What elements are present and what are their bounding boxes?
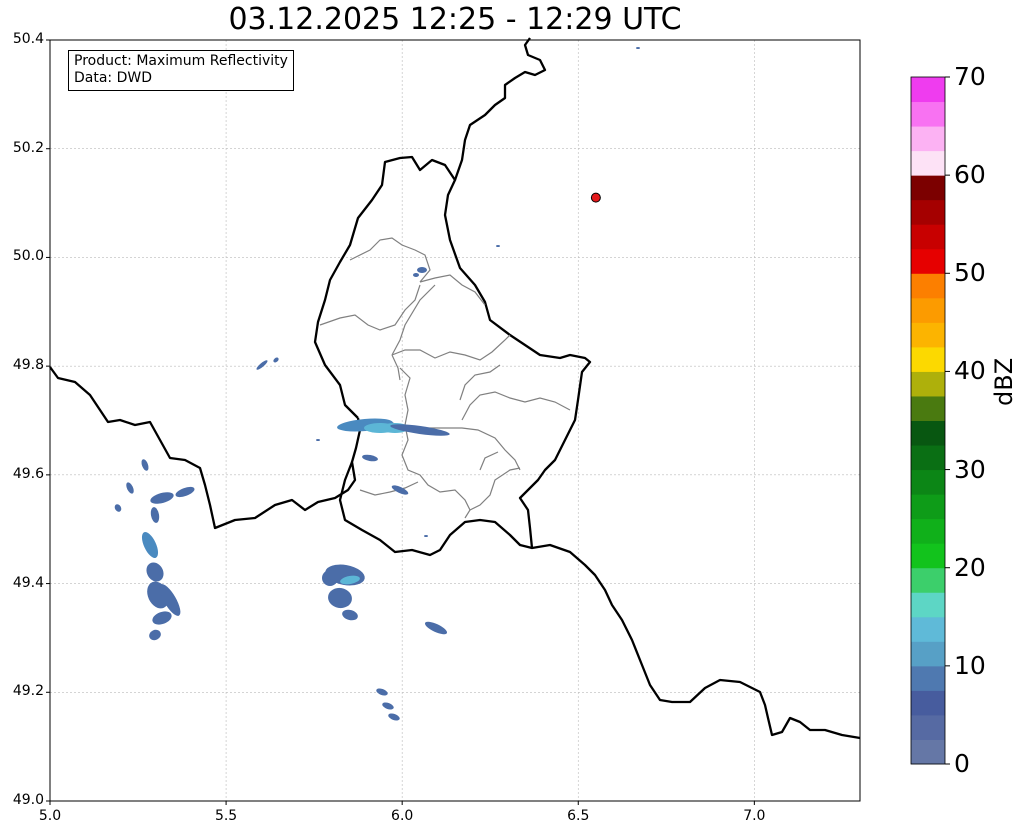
radar-echo (146, 562, 164, 582)
colorbar-segment (911, 543, 945, 569)
radar-echo (114, 504, 122, 512)
colorbar-segment (911, 690, 945, 716)
x-tick-label: 5.0 (38, 808, 62, 824)
x-tick-label: 6.0 (391, 808, 414, 824)
location-marker-dot (590, 192, 601, 203)
colorbar-tick-label: 0 (954, 749, 970, 778)
colorbar-tick-label: 10 (954, 650, 986, 680)
radar-echo (496, 245, 500, 247)
colorbar-segment (911, 616, 945, 642)
plot-border (49, 39, 861, 802)
radar-echo (382, 702, 394, 710)
radar-echo (388, 713, 400, 721)
radar-echo (362, 454, 378, 462)
colorbar-segment (911, 739, 945, 765)
colorbar-segment (911, 371, 945, 397)
colorbar-segment (911, 395, 945, 421)
colorbar-segment (911, 641, 945, 667)
x-tick-label: 5.5 (214, 808, 238, 824)
colorbar-tick-label: 20 (954, 552, 986, 582)
location-marker (590, 192, 601, 203)
colorbar-segment (911, 445, 945, 471)
grid-lines (49, 39, 860, 802)
radar-echo (424, 535, 428, 537)
y-tick-label: 49.0 (12, 792, 44, 808)
colorbar-unit-label: dBZ (990, 357, 1018, 406)
colorbar-segment (911, 77, 945, 103)
y-tick-label: 49.6 (12, 465, 44, 482)
radar-echo (342, 609, 358, 621)
colorbar-segment (911, 199, 945, 225)
colorbar-tick-label: 40 (954, 356, 986, 386)
colorbar-tick-label: 70 (954, 62, 986, 91)
colorbar-segment (911, 273, 945, 299)
colorbar-tick-label: 60 (954, 160, 986, 190)
data-source-label: Data: DWD (74, 70, 152, 86)
canton-borders (319, 237, 571, 519)
radar-echoes (114, 47, 640, 721)
y-tick-label: 49.8 (12, 357, 44, 374)
x-tick-label: 7.0 (743, 808, 766, 824)
y-tick-label: 49.2 (12, 683, 44, 700)
y-tick-label: 50.4 (12, 31, 44, 47)
colorbar-segment (911, 101, 945, 127)
colorbar-segment (911, 518, 945, 544)
radar-echo (149, 629, 161, 641)
border-south (338, 461, 861, 740)
colorbar-segment (911, 469, 945, 495)
y-tick-label: 50.0 (12, 248, 44, 265)
radar-map (46, 37, 950, 805)
colorbar-segment (911, 420, 945, 446)
colorbar-tick-label: 50 (954, 258, 986, 288)
radar-echo (141, 459, 149, 471)
colorbar-segment (911, 126, 945, 152)
border-west-france-belgium (49, 366, 362, 530)
radar-echo (417, 267, 427, 273)
y-tick-label: 50.2 (12, 139, 44, 156)
radar-echo (328, 587, 352, 609)
radar-echo (256, 360, 268, 370)
radar-echo (391, 485, 409, 495)
radar-echo (424, 621, 448, 635)
colorbar-segment (911, 224, 945, 250)
colorbar-segment (911, 322, 945, 348)
radar-echo (273, 357, 279, 363)
colorbar-tick-label: 30 (954, 454, 986, 484)
radar-echo (152, 611, 172, 625)
radar-echo (126, 482, 134, 494)
colorbar-segment (911, 567, 945, 593)
border-north-germany (453, 37, 547, 181)
country-borders (49, 37, 861, 740)
y-tick-label: 49.4 (12, 574, 44, 591)
colorbar-segment (911, 175, 945, 201)
radar-echo (636, 47, 640, 49)
radar-echo (150, 507, 160, 523)
colorbar-segment (911, 665, 945, 691)
colorbar-segment (911, 346, 945, 372)
colorbar (910, 76, 950, 765)
colorbar-segment (911, 494, 945, 520)
plot-frame (46, 39, 861, 805)
colorbar-segment (911, 714, 945, 740)
product-info-box: Product: Maximum Reflectivity Data: DWD (68, 50, 294, 91)
colorbar-segment (911, 248, 945, 274)
colorbar-segment (911, 150, 945, 176)
colorbar-segment (911, 297, 945, 323)
radar-echo (376, 688, 388, 696)
product-label: Product: Maximum Reflectivity (74, 53, 288, 69)
radar-echo (175, 486, 195, 498)
radar-echo (316, 439, 320, 441)
colorbar-segment (911, 592, 945, 618)
radar-echo (150, 492, 174, 504)
radar-echo (141, 532, 159, 558)
x-tick-label: 6.5 (567, 808, 590, 824)
radar-echo (413, 273, 419, 277)
